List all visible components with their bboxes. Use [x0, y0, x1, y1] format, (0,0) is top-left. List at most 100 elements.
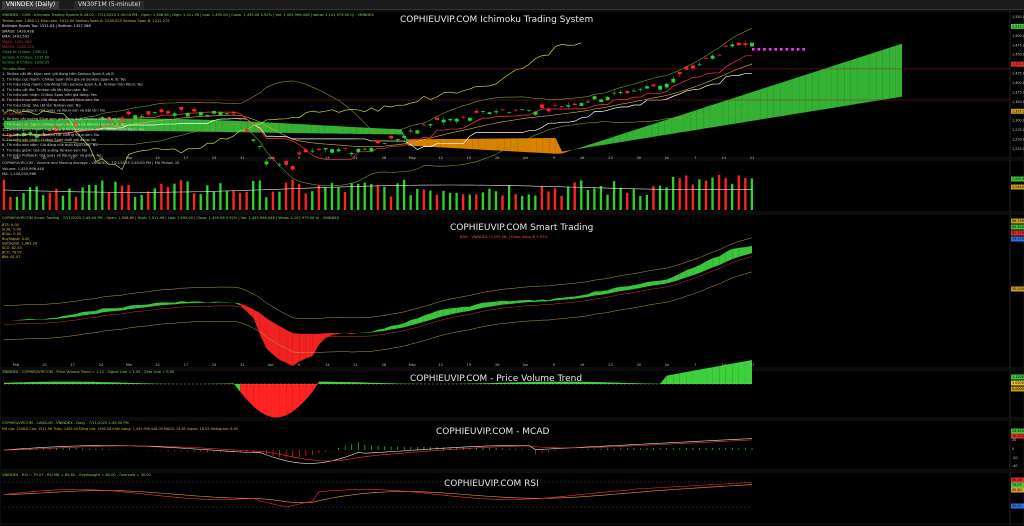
cloud-segment — [748, 91, 755, 122]
smart-axis-label: 84.3004 — [1012, 225, 1024, 229]
x-axis-label-smart: 12 — [438, 363, 443, 367]
sell-signal-line: 7. Tín hiệu giảm: Giá cắt xuống Tenkan-s… — [2, 147, 87, 152]
volume-bar — [534, 195, 537, 210]
volume-bar — [580, 180, 583, 210]
volume-bar — [304, 193, 307, 210]
buy-signal-line: 6. Tín hiệu mua sớm: Giá đóng cửa vượt K… — [2, 98, 99, 102]
smart-info-line: SCO: 82.53 — [2, 246, 22, 250]
x-axis-label: 21 — [750, 156, 755, 160]
volume-bar — [291, 179, 294, 210]
price-axis-label: 1,500.00 — [1012, 34, 1024, 38]
x-axis-label-smart: 14 — [721, 363, 726, 367]
price-info-line: EMA: 1491.592 — [2, 35, 29, 39]
pvt-fill-segment — [522, 381, 529, 384]
volume-bar — [560, 195, 563, 210]
price-axis-label: 1,250.00 — [1012, 138, 1024, 142]
x-axis-label-smart: 28 — [382, 363, 387, 367]
candle-body — [408, 130, 413, 132]
candle-body — [257, 146, 262, 148]
pvt-fill-segment — [594, 382, 602, 384]
volume-bar — [514, 194, 517, 210]
candle-body — [618, 92, 623, 94]
candle-body — [218, 112, 223, 116]
pvt-fill-segment — [17, 382, 24, 384]
price-info-line: MA200: 1283.124 — [2, 45, 35, 49]
volume-bar — [173, 183, 176, 210]
pvt-fill-segment — [338, 381, 346, 384]
cloud-segment — [658, 120, 665, 137]
projection-dot — [802, 48, 805, 51]
price-info-line: Close At Chikou: 1330.11 — [2, 50, 47, 54]
candle-body — [612, 92, 617, 94]
volume-bar — [750, 178, 754, 210]
volume-bar — [475, 194, 478, 210]
volume-bar — [15, 196, 19, 210]
candle-body — [297, 152, 302, 155]
sell-signal-line: 6. Tín hiệu bán sớm: Giá đóng cửa dưới K… — [2, 143, 98, 147]
candle-body — [710, 55, 715, 59]
candle-body — [376, 140, 380, 144]
x-axis-label-smart: 23 — [608, 363, 613, 367]
candle-body — [664, 83, 669, 88]
x-axis-label: 10 — [42, 156, 47, 160]
volume-bar — [258, 180, 261, 210]
pvt-fill-segment — [515, 382, 523, 384]
volume-bar — [107, 191, 111, 210]
smart-info-line: BCO: 79.07 — [2, 251, 22, 255]
candle-body — [507, 112, 512, 114]
candle-body — [382, 143, 387, 145]
candle-body — [467, 117, 472, 121]
cloud-segment — [202, 119, 210, 132]
pvt-fill-segment — [279, 384, 287, 418]
price-info-line: Senkou A Chikou: 1235.60 — [2, 55, 50, 59]
buy-signal-line: 5. Tín hiệu xác nhận: Chikou Span trên g… — [2, 93, 97, 97]
candle-body — [349, 152, 354, 155]
volume-bar — [179, 180, 183, 210]
macd-info: Mở cửa: 1508.6 Cao: 1511.96 Thấp: 1495.0… — [2, 427, 238, 431]
x-axis-label-smart: Feb — [13, 363, 20, 367]
x-axis-label: 30 — [636, 156, 641, 160]
cloud-segment — [311, 124, 319, 134]
price-info-line: Senkou B Chikou: 1208.35 — [2, 61, 49, 65]
volume-axis-label: 1,455,996,448 — [1012, 177, 1024, 181]
rsi-axis-label: 30.00 — [1012, 504, 1022, 508]
candle-body — [690, 65, 695, 69]
x-axis-label: Apr — [268, 156, 275, 160]
smart-fill-segment — [168, 302, 175, 305]
price-axis-label: 1,475.00 — [1012, 43, 1024, 47]
volume-bar — [429, 190, 432, 210]
volume-bar — [626, 192, 629, 210]
x-axis-label: 14 — [721, 156, 726, 160]
volume-bar — [665, 187, 668, 210]
pvt-fill-segment — [122, 382, 129, 384]
volume-bar — [94, 184, 97, 210]
cloud-segment — [299, 124, 306, 134]
pvt-fill-segment — [686, 370, 693, 384]
cloud-segment — [510, 138, 518, 152]
pvt-fill-segment — [56, 381, 64, 384]
candle-body — [225, 113, 230, 114]
volume-bar — [265, 197, 268, 210]
pvt-fill-segment — [555, 381, 562, 384]
trading-chart-canvas[interactable]: COPHIEUVIP.COM Ichimoku Trading System V… — [0, 0, 1024, 526]
smart-info-line: BTS: 0.00 — [2, 223, 19, 227]
volume-bar — [468, 194, 471, 210]
pvt-header: VNINDEX - COPHIEUVIP.COM - Price Volume … — [2, 370, 175, 374]
candle-body — [205, 115, 210, 117]
volume-bar — [553, 188, 557, 210]
volume-ma-value: MA: 1,144,035,966 — [2, 172, 37, 176]
x-axis-label-smart: 16 — [580, 363, 585, 367]
rsi-axis-label: 79.07 — [1012, 483, 1022, 487]
pvt-axis-label: 1.12000 — [1012, 375, 1024, 379]
x-axis-label-smart: 21 — [353, 363, 358, 367]
x-axis-label: 31 — [240, 156, 245, 160]
smart-info-line: BuySignal: 0.00 — [2, 237, 30, 241]
volume-bar — [376, 185, 380, 210]
candle-body — [316, 148, 321, 151]
candle-body — [389, 135, 394, 139]
cloud-segment — [780, 80, 787, 117]
projection-dot — [763, 48, 766, 51]
x-axis-label: 28 — [382, 156, 387, 160]
volume-bar — [252, 180, 255, 210]
x-axis-label-smart: 17 — [70, 363, 75, 367]
